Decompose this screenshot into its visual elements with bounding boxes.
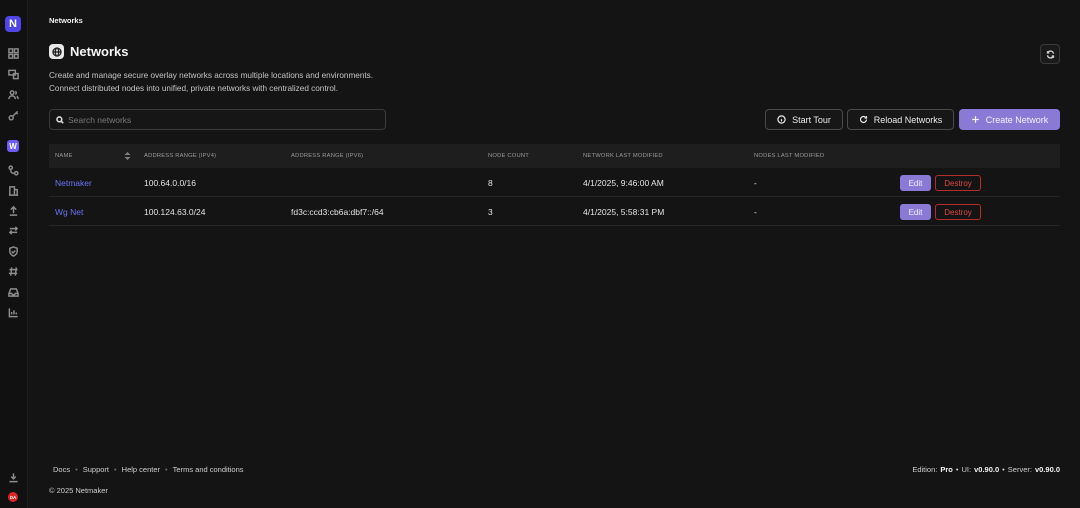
copyright: © 2025 Netmaker — [49, 486, 108, 495]
edition-label: Edition: — [912, 465, 938, 474]
reload-networks-label: Reload Networks — [873, 114, 943, 125]
server-version-label: Server: — [1007, 465, 1032, 474]
column-header-name[interactable]: Name — [55, 153, 73, 159]
footer-separator: • — [165, 465, 168, 474]
column-header-ipv6: Address Range (IPv6) — [291, 153, 364, 159]
ipv6-range: fd3c:ccd3:cb6a:dbf7::/64 — [291, 207, 384, 217]
search-input[interactable] — [68, 114, 368, 125]
routes-icon[interactable] — [7, 164, 20, 177]
column-header-ipv4: Address Range (IPv4) — [144, 153, 217, 159]
edit-button[interactable]: Edit — [900, 204, 931, 220]
key-icon[interactable] — [7, 109, 20, 122]
footer-link-terms[interactable]: Terms and conditions — [173, 465, 244, 474]
gateway-icon[interactable] — [7, 184, 20, 197]
plus-icon — [971, 116, 979, 123]
edit-button[interactable]: Edit — [900, 175, 931, 191]
description-line: Create and manage secure overlay network… — [49, 71, 374, 80]
destroy-button[interactable]: Destroy — [935, 175, 981, 191]
sort-icon[interactable] — [124, 152, 131, 162]
network-last-modified: 4/1/2025, 9:46:00 AM — [583, 178, 664, 188]
node-count: 8 — [488, 178, 493, 188]
hash-icon[interactable] — [7, 265, 20, 278]
info-icon — [777, 115, 786, 124]
footer-separator: • — [114, 465, 117, 474]
refresh-icon — [1046, 49, 1054, 59]
column-header-node-count: Node Count — [488, 153, 529, 159]
version-info: Edition: Pro • UI: v0.90.0 • Server: v0.… — [912, 465, 1060, 474]
table-row: Netmaker 100.64.0.0/16 8 4/1/2025, 9:46:… — [49, 168, 1060, 197]
page-title: Networks — [70, 44, 129, 59]
footer-link-support[interactable]: Support — [83, 465, 109, 474]
globe-icon — [49, 44, 64, 59]
netmaker-logo[interactable]: N — [5, 16, 21, 32]
server-version: v0.90.0 — [1034, 465, 1060, 474]
network-name-link[interactable]: Wg Net — [55, 207, 83, 217]
column-header-nodes-modified: Nodes Last Modified — [754, 153, 825, 159]
ui-version-label: UI: — [961, 465, 972, 474]
nodes-last-modified: - — [754, 207, 757, 217]
create-network-button[interactable]: Create Network — [959, 109, 1060, 130]
footer-links: Docs • Support • Help center • Terms and… — [53, 465, 244, 474]
footer-separator: • — [75, 465, 78, 474]
breadcrumb: Networks — [49, 16, 83, 25]
reload-networks-button[interactable]: Reload Networks — [847, 109, 954, 130]
network-name-link[interactable]: Netmaker — [55, 178, 92, 188]
nodes-last-modified: - — [754, 178, 757, 188]
users-icon[interactable] — [7, 88, 20, 101]
refresh-button[interactable] — [1040, 44, 1060, 64]
relay-icon[interactable] — [7, 224, 20, 237]
user-avatar[interactable]: DA — [8, 492, 18, 502]
footer-link-help-center[interactable]: Help center — [122, 465, 160, 474]
description-line: Connect distributed nodes into unified, … — [49, 83, 338, 93]
footer-separator: • — [1002, 465, 1005, 474]
network-last-modified: 4/1/2025, 5:58:31 PM — [583, 207, 665, 217]
ui-version: v0.90.0 — [974, 465, 1000, 474]
devices-icon[interactable] — [7, 68, 20, 81]
dashboard-icon[interactable] — [7, 47, 20, 60]
egress-icon[interactable] — [7, 204, 20, 217]
ipv4-range: 100.124.63.0/24 — [144, 207, 206, 217]
start-tour-button[interactable]: Start Tour — [765, 109, 843, 130]
workspace-badge[interactable]: W — [7, 140, 19, 152]
metrics-icon[interactable] — [7, 306, 20, 319]
footer-separator: • — [955, 465, 959, 474]
table-row: Wg Net 100.124.63.0/24 fd3c:ccd3:cb6a:db… — [49, 197, 1060, 226]
create-network-label: Create Network — [985, 114, 1049, 125]
title-row: Networks — [49, 44, 129, 59]
reload-icon — [859, 115, 867, 124]
main-content: Networks Networks Create and manage secu… — [28, 0, 1080, 508]
node-count: 3 — [488, 207, 493, 217]
table-header: Name Address Range (IPv4) Address Range … — [49, 144, 1060, 168]
ipv4-range: 100.64.0.0/16 — [144, 178, 196, 188]
shield-check-icon[interactable] — [7, 245, 20, 258]
footer-link-docs[interactable]: Docs — [53, 465, 70, 474]
page-description: Create and manage secure overlay network… — [49, 70, 373, 95]
networks-table: Name Address Range (IPv4) Address Range … — [49, 144, 1060, 226]
search-box[interactable] — [49, 109, 386, 130]
search-icon — [56, 115, 64, 124]
destroy-button[interactable]: Destroy — [935, 204, 981, 220]
column-header-network-modified: Network Last Modified — [583, 153, 663, 159]
start-tour-label: Start Tour — [792, 114, 831, 125]
inbox-icon[interactable] — [7, 286, 20, 299]
edition-value: Pro — [940, 465, 953, 474]
download-icon[interactable] — [7, 471, 20, 484]
sidebar: N W DA — [0, 0, 28, 508]
